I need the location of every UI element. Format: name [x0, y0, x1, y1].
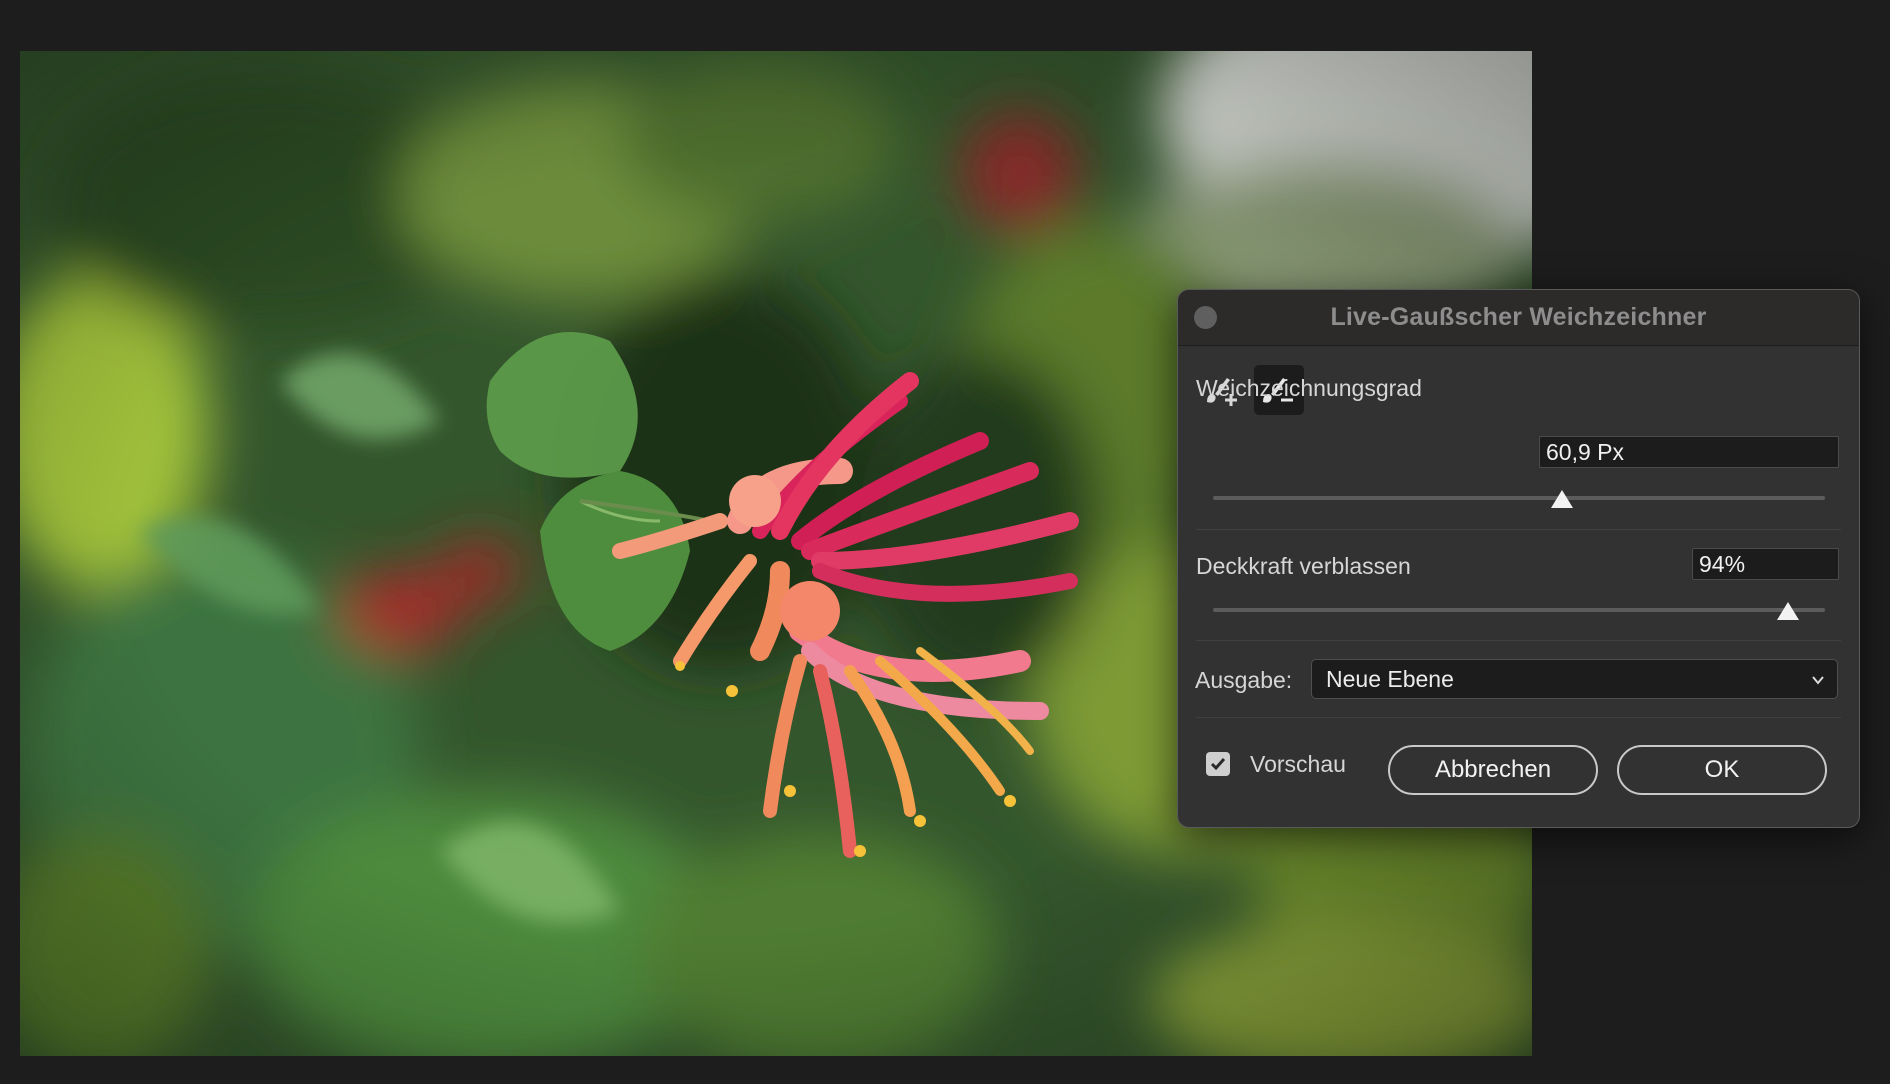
- preview-checkbox[interactable]: [1206, 752, 1230, 776]
- divider: [1196, 717, 1841, 718]
- divider: [1196, 640, 1841, 641]
- divider: [1196, 529, 1841, 530]
- fade-opacity-label: Deckkraft verblassen: [1196, 553, 1411, 579]
- dialog-titlebar[interactable]: Live-Gaußscher Weichzeichner: [1178, 290, 1859, 346]
- output-label: Ausgabe:: [1195, 667, 1293, 693]
- fade-opacity-input[interactable]: [1692, 548, 1839, 580]
- blur-amount-slider[interactable]: [1213, 496, 1825, 500]
- cancel-button[interactable]: Abbrechen: [1388, 745, 1598, 795]
- ok-button[interactable]: OK: [1617, 745, 1827, 795]
- fade-opacity-slider-thumb[interactable]: [1777, 602, 1800, 620]
- chevron-down-icon: [1812, 676, 1824, 685]
- close-button[interactable]: [1194, 306, 1217, 329]
- output-selected-value: Neue Ebene: [1326, 665, 1454, 692]
- checkmark-icon: [1210, 758, 1226, 771]
- blur-amount-input[interactable]: [1539, 436, 1839, 468]
- preview-label: Vorschau: [1250, 751, 1346, 777]
- blur-amount-label: Weichzeichnungsgrad: [1196, 375, 1422, 401]
- fade-opacity-slider[interactable]: [1213, 608, 1825, 612]
- output-select[interactable]: Neue Ebene: [1311, 659, 1838, 699]
- gaussian-blur-dialog: Live-Gaußscher Weichzeichner Weichzeichn…: [1177, 289, 1860, 828]
- blur-amount-slider-thumb[interactable]: [1550, 490, 1573, 508]
- dialog-title: Live-Gaußscher Weichzeichner: [1330, 303, 1707, 331]
